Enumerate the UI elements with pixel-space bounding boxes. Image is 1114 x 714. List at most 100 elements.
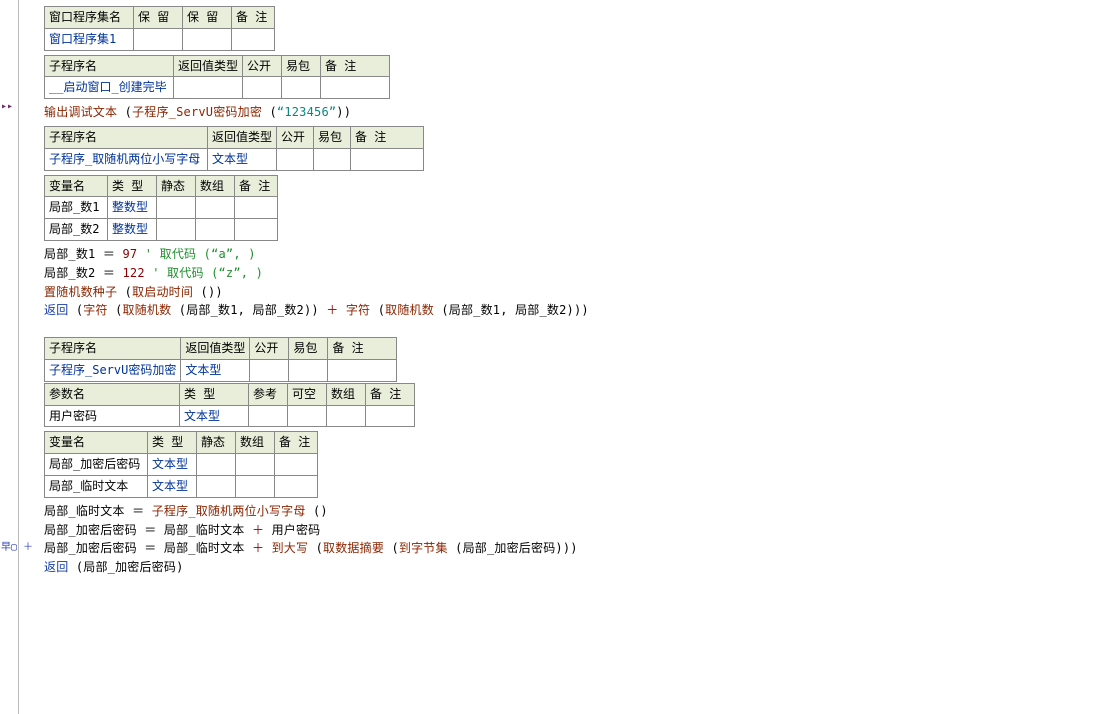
- cell[interactable]: [321, 77, 390, 99]
- tok: (: [269, 105, 276, 119]
- code-line[interactable]: 置随机数种子 (取启动时间 ()): [44, 283, 1114, 302]
- tok: 局部_临时文本: [44, 504, 132, 518]
- tok: ＝: [144, 541, 164, 555]
- cell[interactable]: 文本型: [148, 475, 197, 497]
- code-line[interactable]: 返回 (字符 (取随机数 (局部_数1, 局部_数2)) ＋ 字符 (取随机数 …: [44, 301, 1114, 320]
- cell[interactable]: [197, 475, 236, 497]
- table-row[interactable]: 窗口程序集1: [45, 28, 275, 50]
- cell[interactable]: 子程序_取随机两位小写字母: [45, 148, 208, 170]
- tok: 局部_临时文本: [164, 541, 252, 555]
- tok: 局部_数1: [44, 247, 103, 261]
- cell[interactable]: [288, 405, 327, 427]
- tok: 局部_临时文本: [164, 523, 252, 537]
- cell[interactable]: 局部_加密后密码: [45, 454, 148, 476]
- cell[interactable]: [328, 359, 397, 381]
- cell[interactable]: 文本型: [148, 454, 197, 476]
- tok: ＝: [144, 523, 164, 537]
- th: 静态: [197, 432, 236, 454]
- th: 返回值类型: [181, 338, 250, 360]
- table-row[interactable]: 子程序_ServU密码加密 文本型: [45, 359, 397, 381]
- th: 返回值类型: [208, 126, 277, 148]
- cell[interactable]: [196, 219, 235, 241]
- cell[interactable]: 子程序_ServU密码加密: [45, 359, 181, 381]
- cell[interactable]: 用户密码: [45, 405, 180, 427]
- cell[interactable]: 文本型: [208, 148, 277, 170]
- th: 易包: [314, 126, 351, 148]
- code-line[interactable]: 局部_数1 ＝ 97 ' 取代码 (“a”, ): [44, 245, 1114, 264]
- th: 参数名: [45, 383, 180, 405]
- cell[interactable]: [232, 28, 275, 50]
- th: 数组: [327, 383, 366, 405]
- th: 可空: [288, 383, 327, 405]
- cell[interactable]: [157, 219, 196, 241]
- tok: 取随机数: [385, 303, 441, 317]
- th: 数组: [236, 432, 275, 454]
- cell[interactable]: 窗口程序集1: [45, 28, 134, 50]
- tok: ): [311, 303, 326, 317]
- cell[interactable]: [366, 405, 415, 427]
- tok: ' 取代码 (“a”, ): [145, 247, 256, 261]
- cell[interactable]: [235, 197, 278, 219]
- cell[interactable]: 局部_数1: [45, 197, 108, 219]
- cell[interactable]: [275, 475, 318, 497]
- table-row[interactable]: __启动窗口_创建完毕: [45, 77, 390, 99]
- code-line[interactable]: 局部_加密后密码 ＝ 局部_临时文本 ＋ 用户密码: [44, 521, 1114, 540]
- cell[interactable]: [250, 359, 289, 381]
- th: 类 型: [108, 175, 157, 197]
- cell[interactable]: [327, 405, 366, 427]
- table-module: 窗口程序集名 保 留 保 留 备 注 窗口程序集1: [44, 6, 275, 51]
- cell[interactable]: 整数型: [108, 197, 157, 219]
- cell[interactable]: 整数型: [108, 219, 157, 241]
- tok: ): [344, 105, 351, 119]
- tok: 到大写: [272, 541, 316, 555]
- cell[interactable]: [197, 454, 236, 476]
- cell[interactable]: [275, 454, 318, 476]
- th: 变量名: [45, 432, 148, 454]
- tok: 字符: [83, 303, 115, 317]
- th: 子程序名: [45, 55, 174, 77]
- gutter-marker-plus: 早▢ ＋: [1, 541, 33, 555]
- tok: ＋: [252, 541, 272, 555]
- cell[interactable]: [314, 148, 351, 170]
- cell[interactable]: [134, 28, 183, 50]
- cell[interactable]: [235, 219, 278, 241]
- table-row[interactable]: 局部_临时文本 文本型: [45, 475, 318, 497]
- cell[interactable]: [236, 454, 275, 476]
- th: 备 注: [232, 7, 275, 29]
- cell[interactable]: 局部_数2: [45, 219, 108, 241]
- th: 类 型: [148, 432, 197, 454]
- cell[interactable]: [277, 148, 314, 170]
- table-row[interactable]: 用户密码 文本型: [45, 405, 415, 427]
- code-line[interactable]: 返回 (局部_加密后密码): [44, 558, 1114, 577]
- cell[interactable]: [183, 28, 232, 50]
- code-line[interactable]: 输出调试文本 (子程序_ServU密码加密 (“123456”)): [44, 103, 1114, 122]
- code-line[interactable]: 局部_临时文本 ＝ 子程序_取随机两位小写字母 (): [44, 502, 1114, 521]
- cell[interactable]: [236, 475, 275, 497]
- cell[interactable]: [249, 405, 288, 427]
- cell[interactable]: __启动窗口_创建完毕: [45, 77, 174, 99]
- th: 窗口程序集名: [45, 7, 134, 29]
- code-line[interactable]: 局部_数2 ＝ 122 ' 取代码 (“z”, ): [44, 264, 1114, 283]
- table-row[interactable]: 子程序_取随机两位小写字母 文本型: [45, 148, 424, 170]
- table-row[interactable]: 局部_数2 整数型: [45, 219, 278, 241]
- th: 备 注: [366, 383, 415, 405]
- table-subroutine-2: 子程序名 返回值类型 公开 易包 备 注 子程序_取随机两位小写字母 文本型: [44, 126, 424, 171]
- cell[interactable]: [289, 359, 328, 381]
- code-line[interactable]: 局部_加密后密码 ＝ 局部_临时文本 ＋ 到大写 (取数据摘要 (到字节集 (局…: [44, 539, 1114, 558]
- cell[interactable]: [157, 197, 196, 219]
- th: 变量名: [45, 175, 108, 197]
- cell[interactable]: 文本型: [180, 405, 249, 427]
- cell[interactable]: [282, 77, 321, 99]
- cell[interactable]: [243, 77, 282, 99]
- cell[interactable]: [174, 77, 243, 99]
- th: 公开: [243, 55, 282, 77]
- tok: 到字节集: [399, 541, 455, 555]
- th: 备 注: [321, 55, 390, 77]
- cell[interactable]: 文本型: [181, 359, 250, 381]
- th: 备 注: [275, 432, 318, 454]
- cell[interactable]: [196, 197, 235, 219]
- table-row[interactable]: 局部_加密后密码 文本型: [45, 454, 318, 476]
- cell[interactable]: [351, 148, 424, 170]
- cell[interactable]: 局部_临时文本: [45, 475, 148, 497]
- table-row[interactable]: 局部_数1 整数型: [45, 197, 278, 219]
